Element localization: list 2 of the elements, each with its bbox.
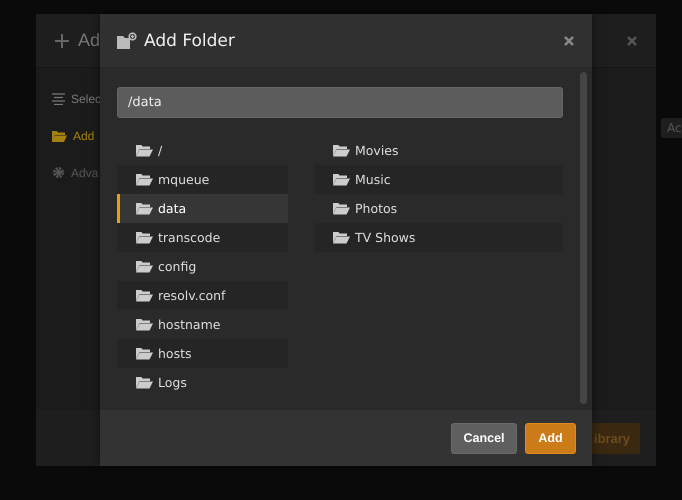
dialog-title: Add Folder	[144, 30, 235, 50]
dialog-title: Ad	[78, 30, 100, 51]
